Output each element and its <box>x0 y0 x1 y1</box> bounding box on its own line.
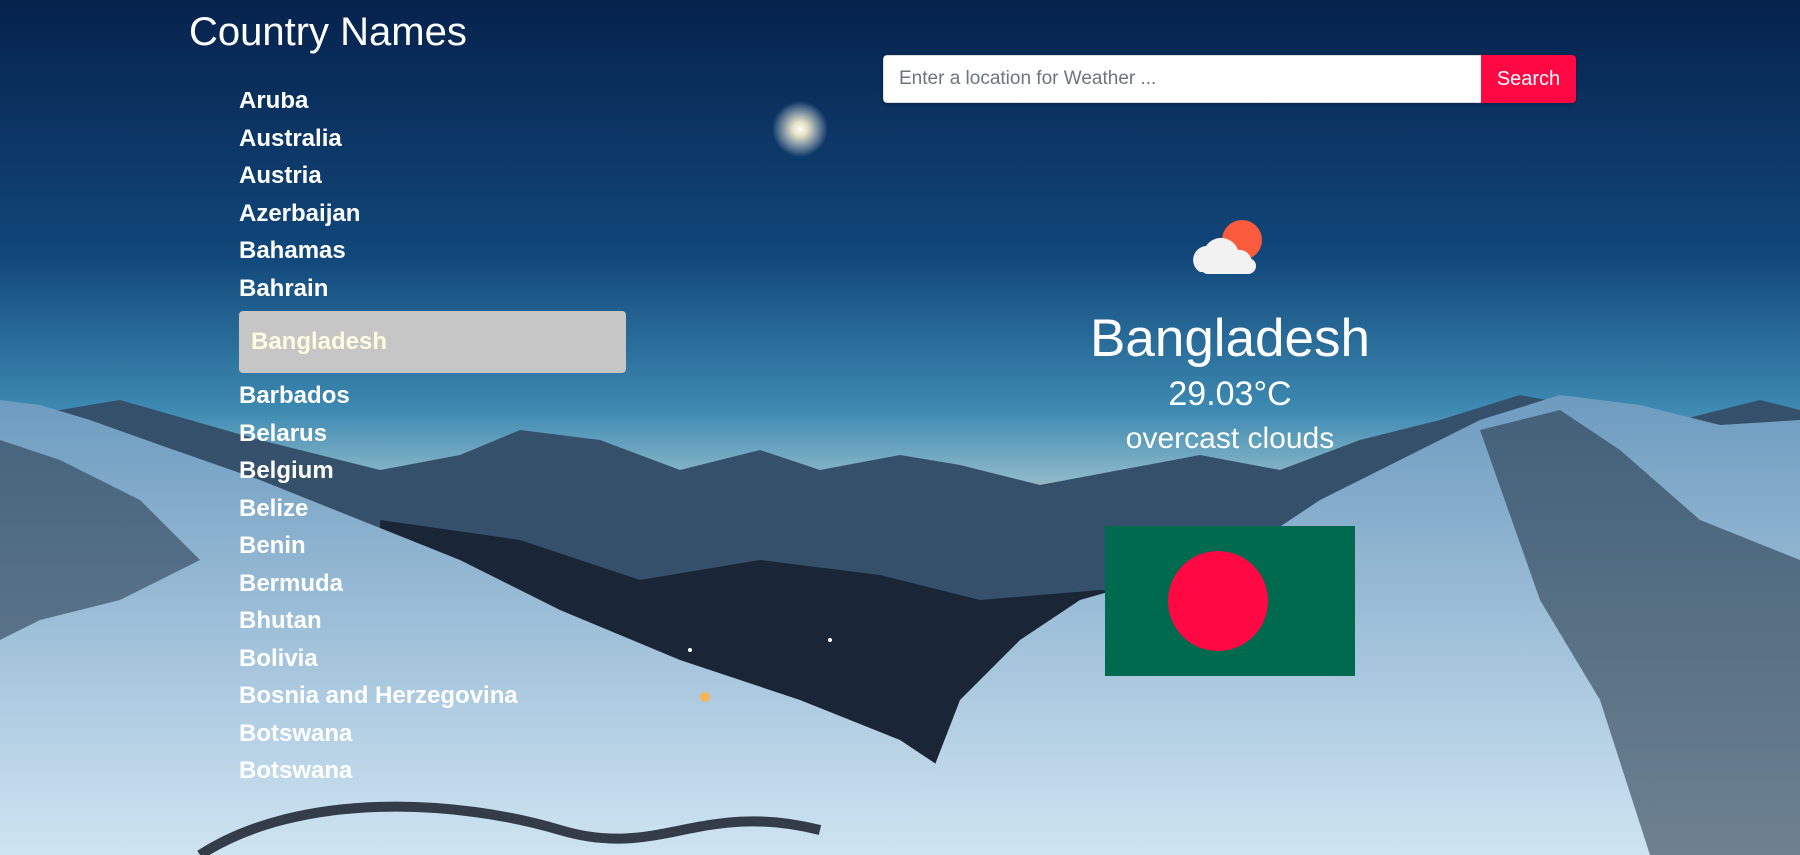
country-list[interactable]: Aruba Australia Austria Azerbaijan Baham… <box>239 92 626 785</box>
country-item-bahrain[interactable]: Bahrain <box>239 270 626 308</box>
country-item-belize[interactable]: Belize <box>239 490 626 528</box>
country-item-australia[interactable]: Australia <box>239 120 626 158</box>
country-item-botswana-2[interactable]: Botswana <box>239 752 626 785</box>
cloud-sun-icon <box>1193 220 1262 274</box>
country-item-aruba[interactable]: Aruba <box>239 92 626 120</box>
country-item-botswana[interactable]: Botswana <box>239 715 626 753</box>
country-item-belarus[interactable]: Belarus <box>239 415 626 453</box>
country-list-items: Aruba Australia Austria Azerbaijan Baham… <box>239 92 626 785</box>
location-search-input[interactable] <box>883 55 1481 103</box>
bangladesh-flag-icon <box>1105 526 1355 676</box>
search-bar: Search <box>883 55 1576 103</box>
weather-description: overcast clouds <box>1125 422 1335 455</box>
country-item-bermuda[interactable]: Bermuda <box>239 565 626 603</box>
search-button[interactable]: Search <box>1481 55 1576 103</box>
weather-panel: Bangladesh 29.03°C overcast clouds <box>1000 210 1460 676</box>
country-item-bhutan[interactable]: Bhutan <box>239 602 626 640</box>
country-item-belgium[interactable]: Belgium <box>239 452 626 490</box>
country-item-bangladesh-selected[interactable]: Bangladesh <box>239 311 626 373</box>
country-item-bolivia[interactable]: Bolivia <box>239 640 626 678</box>
country-item-azerbaijan[interactable]: Azerbaijan <box>239 195 626 233</box>
weather-temperature: 29.03°C <box>1168 375 1292 413</box>
country-item-bahamas[interactable]: Bahamas <box>239 232 626 270</box>
page-title: Country Names <box>189 10 467 54</box>
country-item-benin[interactable]: Benin <box>239 527 626 565</box>
country-item-austria[interactable]: Austria <box>239 157 626 195</box>
country-item-barbados[interactable]: Barbados <box>239 377 626 415</box>
weather-city-name: Bangladesh <box>1090 309 1370 368</box>
country-item-bosnia-and-herzegovina[interactable]: Bosnia and Herzegovina <box>239 677 626 715</box>
